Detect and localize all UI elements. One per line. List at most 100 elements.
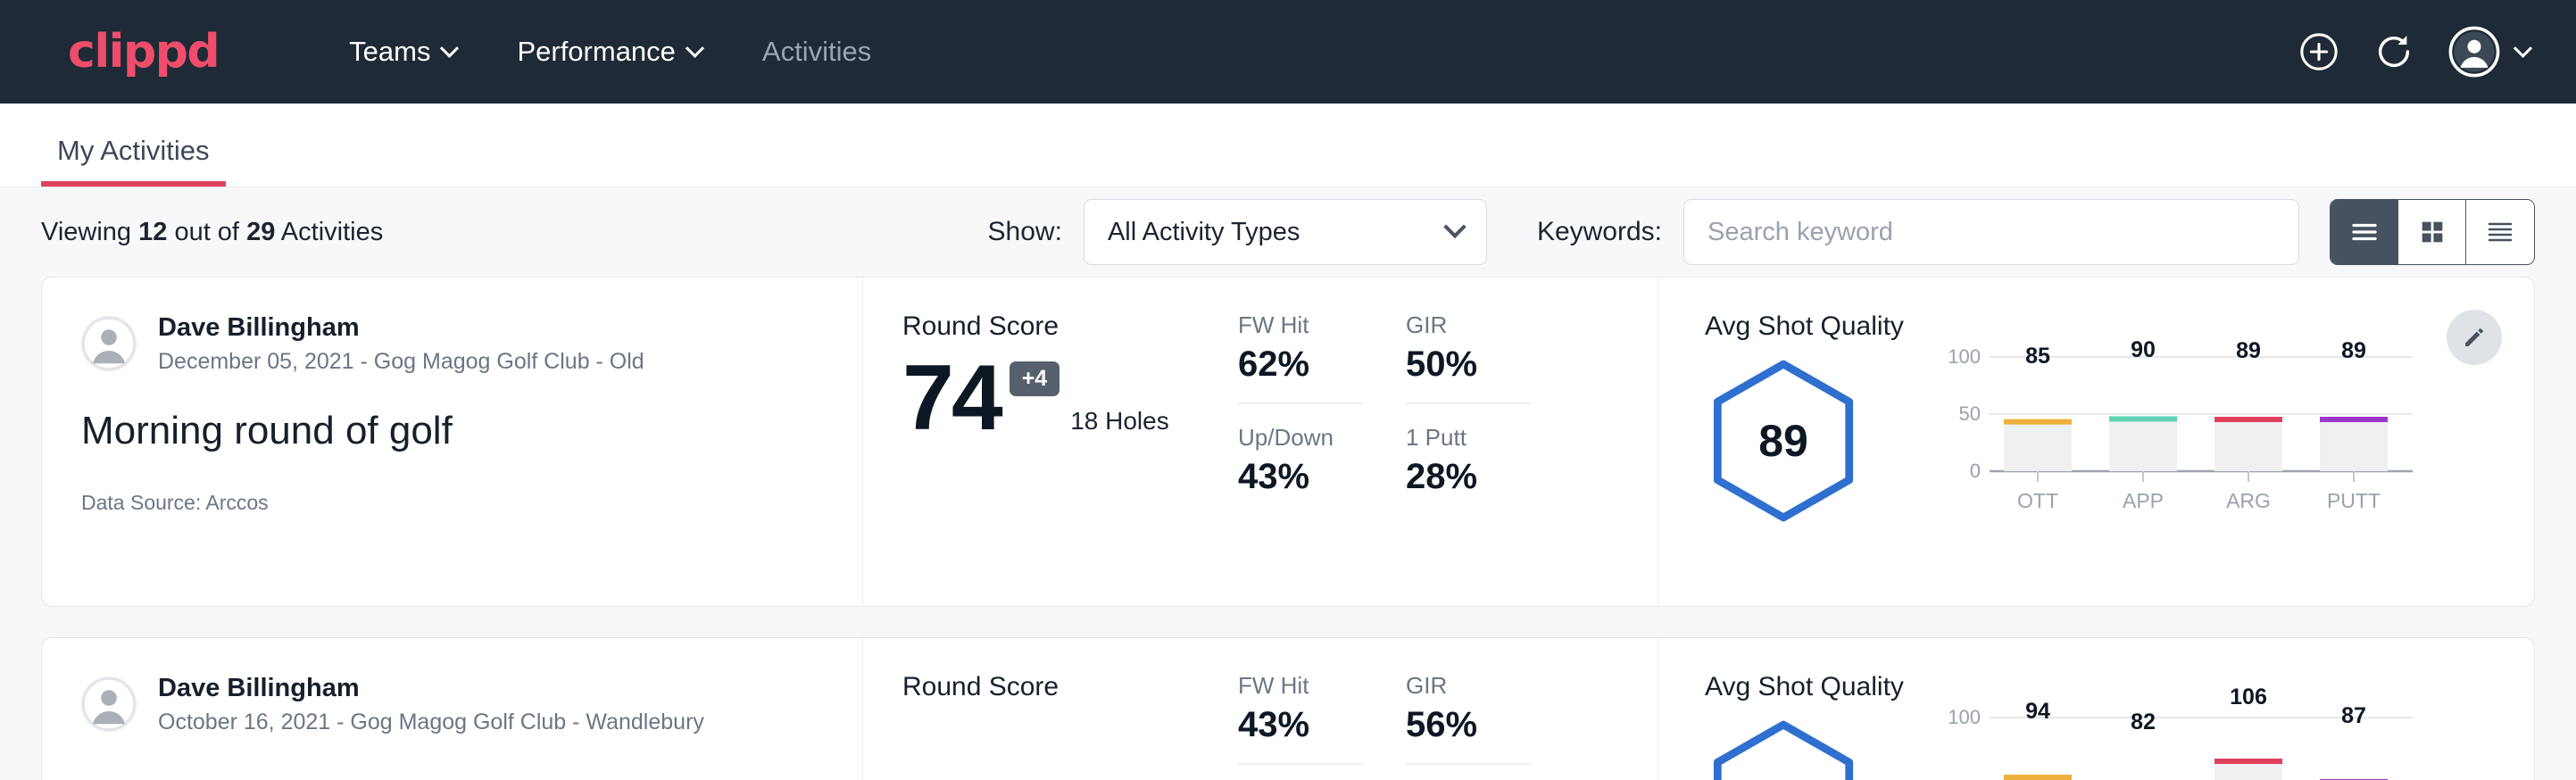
- refresh-icon: [2373, 31, 2414, 72]
- shot-quality-bar-chart: 100 94 82 106: [1940, 685, 2422, 780]
- viewing-total: 29: [246, 218, 275, 246]
- bar-value-app: 90: [2131, 337, 2156, 362]
- viewing-prefix: Viewing: [41, 218, 131, 246]
- plus-circle-icon: [2298, 31, 2339, 72]
- activity-date-course: October 16, 2021 - Gog Magog Golf Club -…: [158, 708, 704, 737]
- round-score-section: Round Score 74 +4 18 Holes: [863, 278, 1238, 606]
- nav-item-activities-label: Activities: [762, 36, 871, 68]
- activity-type-select-value: All Activity Types: [1108, 218, 1300, 247]
- refresh-button[interactable]: [2373, 31, 2414, 72]
- list-view-icon: [2348, 216, 2381, 248]
- holes-played: 18 Holes: [1070, 407, 1169, 436]
- round-score-label: Round Score: [902, 311, 1238, 342]
- round-score-section: Round Score: [863, 638, 1238, 780]
- tab-my-activities-label: My Activities: [57, 135, 210, 166]
- compact-view-icon: [2484, 216, 2516, 248]
- stat-gir-value: 56%: [1406, 705, 1531, 765]
- activity-data-source: Data Source: Arccos: [81, 491, 823, 515]
- pencil-icon: [2461, 324, 2488, 351]
- search-input[interactable]: [1683, 199, 2299, 265]
- bar-cap-putt: [2320, 417, 2388, 422]
- shot-quality-bar-chart: 100 50 0 85 OTT: [1940, 324, 2422, 525]
- viewing-count: 12: [138, 218, 167, 246]
- viewing-middle: out of: [174, 218, 239, 246]
- stat-up-down-value: 43%: [1238, 457, 1363, 515]
- edit-activity-button[interactable]: [2447, 310, 2502, 365]
- account-menu[interactable]: [2448, 26, 2530, 78]
- activity-card[interactable]: Dave Billingham October 16, 2021 - Gog M…: [41, 637, 2535, 780]
- avg-shot-quality-label: Avg Shot Quality: [1705, 311, 1904, 342]
- nav-item-performance[interactable]: Performance: [486, 36, 731, 68]
- nav-right-actions: [2298, 26, 2530, 78]
- stat-gir: GIR 50%: [1406, 311, 1531, 404]
- bar-cap-app: [2109, 416, 2177, 421]
- chevron-down-icon: [440, 38, 459, 57]
- activity-type-select[interactable]: All Activity Types: [1084, 199, 1487, 265]
- y-tick-100: 100: [1948, 345, 1981, 368]
- avg-shot-quality-value: 89: [1705, 358, 1862, 524]
- person-icon: [81, 316, 137, 371]
- activity-user-name: Dave Billingham: [158, 672, 704, 704]
- clippd-logo[interactable]: clippd: [68, 25, 219, 79]
- nav-item-teams[interactable]: Teams: [319, 36, 486, 68]
- person-icon: [81, 676, 137, 732]
- add-activity-button[interactable]: [2298, 31, 2339, 72]
- stat-fw-hit-value: 43%: [1238, 705, 1363, 765]
- tab-my-activities[interactable]: My Activities: [41, 135, 226, 187]
- bar-group-putt: 89 PUTT: [2320, 338, 2388, 512]
- top-navigation-bar: clippd Teams Performance Activities: [0, 0, 2576, 104]
- bar-group-arg: 89 ARG: [2215, 338, 2282, 512]
- bar-group-ott: 94: [2004, 699, 2072, 780]
- activities-toolbar: Viewing 12 out of 29 Activities Show: Al…: [0, 187, 2576, 277]
- bar-label-arg: ARG: [2226, 489, 2271, 512]
- nav-item-teams-label: Teams: [349, 36, 430, 68]
- round-stats-grid: FW Hit 62% GIR 50% Up/Down 43% 1 Putt 28…: [1238, 278, 1658, 606]
- stat-gir-value: 50%: [1406, 344, 1531, 404]
- score-to-par-badge: +4: [1010, 361, 1060, 396]
- view-mode-compact-button[interactable]: [2466, 200, 2534, 264]
- activity-card[interactable]: Dave Billingham December 05, 2021 - Gog …: [41, 277, 2535, 607]
- bar-group-app: 90 APP: [2109, 337, 2177, 512]
- activity-user-name: Dave Billingham: [158, 311, 644, 344]
- chevron-down-icon: [1443, 216, 1466, 238]
- stat-fw-hit: FW Hit 62%: [1238, 311, 1363, 404]
- hexagon-icon: [1705, 718, 1862, 780]
- y-tick-100: 100: [1948, 706, 1981, 728]
- stat-fw-hit: FW Hit 43%: [1238, 672, 1363, 765]
- activity-date-course: December 05, 2021 - Gog Magog Golf Club …: [158, 347, 644, 377]
- viewing-count-text: Viewing 12 out of 29 Activities: [41, 218, 383, 247]
- bar-label-putt: PUTT: [2327, 489, 2381, 512]
- stat-up-down: Up/Down 43%: [1238, 404, 1363, 515]
- round-score-value: 74: [902, 354, 1001, 443]
- avg-shot-quality-label: Avg Shot Quality: [1705, 672, 1904, 702]
- primary-nav-links: Teams Performance Activities: [319, 36, 902, 68]
- hexagon-score: 89: [1705, 358, 1904, 528]
- bar-cap-arg: [2215, 417, 2282, 422]
- avg-shot-quality-section: Avg Shot Quality 89 100 50 0: [1658, 278, 2534, 606]
- stat-gir-label: GIR: [1406, 311, 1531, 339]
- stat-fw-hit-label: FW Hit: [1238, 672, 1363, 700]
- bar-group-putt: 87: [2320, 703, 2388, 780]
- toolbar-controls: Show: All Activity Types Keywords:: [988, 199, 2535, 265]
- bar-value-putt: 87: [2341, 703, 2366, 728]
- nav-item-activities[interactable]: Activities: [732, 36, 902, 68]
- stat-one-putt-value: 28%: [1406, 457, 1531, 515]
- view-mode-grid-button[interactable]: [2398, 200, 2466, 264]
- bar-value-ott: 85: [2025, 344, 2050, 369]
- round-stats-grid: FW Hit 43% GIR 56%: [1238, 638, 1658, 780]
- chevron-down-icon: [686, 38, 704, 57]
- view-mode-toggle-group: [2330, 199, 2535, 265]
- activity-card-info: Dave Billingham December 05, 2021 - Gog …: [42, 278, 863, 606]
- view-mode-list-button[interactable]: [2331, 200, 2398, 264]
- y-tick-50: 50: [1958, 402, 1980, 425]
- stat-fw-hit-label: FW Hit: [1238, 311, 1363, 339]
- stat-gir: GIR 56%: [1406, 672, 1531, 765]
- hexagon-score: [1705, 718, 1904, 780]
- stat-one-putt: 1 Putt 28%: [1406, 404, 1531, 515]
- activity-user: Dave Billingham October 16, 2021 - Gog M…: [81, 672, 823, 737]
- avatar: [81, 316, 137, 371]
- bar-chart-svg: 100 50 0 85 OTT: [1940, 324, 2422, 520]
- activity-title: Morning round of golf: [81, 409, 823, 453]
- bar-group-app: 82: [2109, 709, 2177, 780]
- bar-value-arg: 89: [2236, 338, 2261, 363]
